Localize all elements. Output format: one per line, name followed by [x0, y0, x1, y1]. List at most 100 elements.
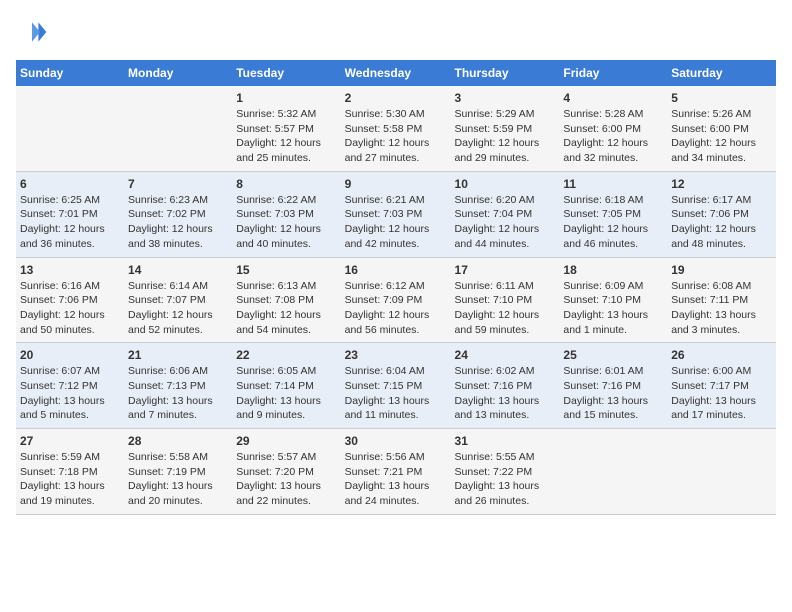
day-info: Sunrise: 5:56 AM Sunset: 7:21 PM Dayligh… [345, 450, 447, 509]
day-number: 9 [345, 177, 447, 191]
calendar-cell: 25 Sunrise: 6:01 AM Sunset: 7:16 PM Dayli… [559, 343, 667, 429]
calendar-cell: 14 Sunrise: 6:14 AM Sunset: 7:07 PM Dayli… [124, 257, 232, 343]
day-info: Sunrise: 5:29 AM Sunset: 5:59 PM Dayligh… [455, 107, 556, 166]
calendar-week-row: 13 Sunrise: 6:16 AM Sunset: 7:06 PM Dayli… [16, 257, 776, 343]
calendar-cell: 23Sunrise: 6:04 AM Sunset: 7:15 PM Dayli… [341, 343, 451, 429]
weekday-header: Sunday [16, 60, 124, 86]
calendar-week-row: 1 Sunrise: 5:32 AM Sunset: 5:57 PM Daylig… [16, 86, 776, 171]
calendar-cell: 2Sunrise: 5:30 AM Sunset: 5:58 PM Daylig… [341, 86, 451, 171]
weekday-header: Tuesday [232, 60, 340, 86]
day-info: Sunrise: 6:09 AM Sunset: 7:10 PM Dayligh… [563, 279, 663, 338]
day-info: Sunrise: 5:28 AM Sunset: 6:00 PM Dayligh… [563, 107, 663, 166]
day-info: Sunrise: 5:57 AM Sunset: 7:20 PM Dayligh… [236, 450, 336, 509]
day-info: Sunrise: 5:26 AM Sunset: 6:00 PM Dayligh… [671, 107, 772, 166]
weekday-header-row: SundayMondayTuesdayWednesdayThursdayFrid… [16, 60, 776, 86]
day-number: 29 [236, 434, 336, 448]
calendar-table: SundayMondayTuesdayWednesdayThursdayFrid… [16, 60, 776, 515]
calendar-body: 1 Sunrise: 5:32 AM Sunset: 5:57 PM Daylig… [16, 86, 776, 514]
calendar-cell: 31 Sunrise: 5:55 AM Sunset: 7:22 PM Dayli… [451, 429, 560, 515]
day-number: 12 [671, 177, 772, 191]
calendar-cell: 16 Sunrise: 6:12 AM Sunset: 7:09 PM Dayli… [341, 257, 451, 343]
calendar-cell: 6 Sunrise: 6:25 AM Sunset: 7:01 PM Daylig… [16, 171, 124, 257]
weekday-header: Saturday [667, 60, 776, 86]
day-number: 1 [236, 91, 336, 105]
day-info: Sunrise: 6:00 AM Sunset: 7:17 PM Dayligh… [671, 364, 772, 423]
day-number: 6 [20, 177, 120, 191]
calendar-cell: 26 Sunrise: 6:00 AM Sunset: 7:17 PM Dayli… [667, 343, 776, 429]
calendar-cell: 24 Sunrise: 6:02 AM Sunset: 7:16 PM Dayli… [451, 343, 560, 429]
day-info: Sunrise: 6:12 AM Sunset: 7:09 PM Dayligh… [345, 279, 447, 338]
day-number: 5 [671, 91, 772, 105]
day-number: 19 [671, 263, 772, 277]
weekday-header: Thursday [451, 60, 560, 86]
calendar-cell: 15 Sunrise: 6:13 AM Sunset: 7:08 PM Dayli… [232, 257, 340, 343]
weekday-header: Monday [124, 60, 232, 86]
weekday-header: Friday [559, 60, 667, 86]
day-info: Sunrise: 5:59 AM Sunset: 7:18 PM Dayligh… [20, 450, 120, 509]
day-info: Sunrise: 6:13 AM Sunset: 7:08 PM Dayligh… [236, 279, 336, 338]
day-info: Sunrise: 6:23 AM Sunset: 7:02 PM Dayligh… [128, 193, 228, 252]
day-info: Sunrise: 6:20 AM Sunset: 7:04 PM Dayligh… [455, 193, 556, 252]
day-number: 25 [563, 348, 663, 362]
calendar-cell: 22Sunrise: 6:05 AM Sunset: 7:14 PM Dayli… [232, 343, 340, 429]
day-number: 15 [236, 263, 336, 277]
day-info: Sunrise: 6:16 AM Sunset: 7:06 PM Dayligh… [20, 279, 120, 338]
day-number: 7 [128, 177, 228, 191]
day-number: 11 [563, 177, 663, 191]
calendar-cell: 11 Sunrise: 6:18 AM Sunset: 7:05 PM Dayli… [559, 171, 667, 257]
calendar-header: SundayMondayTuesdayWednesdayThursdayFrid… [16, 60, 776, 86]
calendar-week-row: 20Sunrise: 6:07 AM Sunset: 7:12 PM Dayli… [16, 343, 776, 429]
day-info: Sunrise: 6:02 AM Sunset: 7:16 PM Dayligh… [455, 364, 556, 423]
day-info: Sunrise: 6:06 AM Sunset: 7:13 PM Dayligh… [128, 364, 228, 423]
day-number: 30 [345, 434, 447, 448]
day-number: 14 [128, 263, 228, 277]
day-info: Sunrise: 6:22 AM Sunset: 7:03 PM Dayligh… [236, 193, 336, 252]
day-info: Sunrise: 6:17 AM Sunset: 7:06 PM Dayligh… [671, 193, 772, 252]
calendar-cell: 17 Sunrise: 6:11 AM Sunset: 7:10 PM Dayli… [451, 257, 560, 343]
day-info: Sunrise: 6:11 AM Sunset: 7:10 PM Dayligh… [455, 279, 556, 338]
day-number: 28 [128, 434, 228, 448]
day-info: Sunrise: 6:08 AM Sunset: 7:11 PM Dayligh… [671, 279, 772, 338]
day-number: 16 [345, 263, 447, 277]
calendar-cell: 4Sunrise: 5:28 AM Sunset: 6:00 PM Daylig… [559, 86, 667, 171]
day-number: 31 [455, 434, 556, 448]
day-info: Sunrise: 6:25 AM Sunset: 7:01 PM Dayligh… [20, 193, 120, 252]
calendar-cell [124, 86, 232, 171]
day-info: Sunrise: 5:55 AM Sunset: 7:22 PM Dayligh… [455, 450, 556, 509]
day-info: Sunrise: 6:05 AM Sunset: 7:14 PM Dayligh… [236, 364, 336, 423]
day-number: 10 [455, 177, 556, 191]
calendar-cell: 30 Sunrise: 5:56 AM Sunset: 7:21 PM Dayli… [341, 429, 451, 515]
day-number: 8 [236, 177, 336, 191]
logo-icon [16, 16, 48, 48]
calendar-cell: 10 Sunrise: 6:20 AM Sunset: 7:04 PM Dayli… [451, 171, 560, 257]
day-number: 21 [128, 348, 228, 362]
calendar-week-row: 27Sunrise: 5:59 AM Sunset: 7:18 PM Dayli… [16, 429, 776, 515]
day-info: Sunrise: 6:01 AM Sunset: 7:16 PM Dayligh… [563, 364, 663, 423]
calendar-cell: 8 Sunrise: 6:22 AM Sunset: 7:03 PM Daylig… [232, 171, 340, 257]
calendar-cell: 28 Sunrise: 5:58 AM Sunset: 7:19 PM Dayli… [124, 429, 232, 515]
calendar-cell: 7 Sunrise: 6:23 AM Sunset: 7:02 PM Daylig… [124, 171, 232, 257]
calendar-cell: 3 Sunrise: 5:29 AM Sunset: 5:59 PM Daylig… [451, 86, 560, 171]
page-header [16, 16, 776, 48]
calendar-cell: 29 Sunrise: 5:57 AM Sunset: 7:20 PM Dayli… [232, 429, 340, 515]
calendar-cell [559, 429, 667, 515]
calendar-cell: 21 Sunrise: 6:06 AM Sunset: 7:13 PM Dayli… [124, 343, 232, 429]
calendar-cell: 19 Sunrise: 6:08 AM Sunset: 7:11 PM Dayli… [667, 257, 776, 343]
day-number: 3 [455, 91, 556, 105]
day-info: Sunrise: 6:14 AM Sunset: 7:07 PM Dayligh… [128, 279, 228, 338]
day-info: Sunrise: 6:21 AM Sunset: 7:03 PM Dayligh… [345, 193, 447, 252]
day-number: 20 [20, 348, 120, 362]
day-info: Sunrise: 5:58 AM Sunset: 7:19 PM Dayligh… [128, 450, 228, 509]
calendar-cell: 12 Sunrise: 6:17 AM Sunset: 7:06 PM Dayli… [667, 171, 776, 257]
day-number: 26 [671, 348, 772, 362]
day-info: Sunrise: 6:04 AM Sunset: 7:15 PM Dayligh… [345, 364, 447, 423]
calendar-cell: 1 Sunrise: 5:32 AM Sunset: 5:57 PM Daylig… [232, 86, 340, 171]
day-info: Sunrise: 6:18 AM Sunset: 7:05 PM Dayligh… [563, 193, 663, 252]
day-info: Sunrise: 5:32 AM Sunset: 5:57 PM Dayligh… [236, 107, 336, 166]
logo [16, 16, 52, 48]
day-number: 24 [455, 348, 556, 362]
calendar-week-row: 6 Sunrise: 6:25 AM Sunset: 7:01 PM Daylig… [16, 171, 776, 257]
day-number: 17 [455, 263, 556, 277]
day-number: 13 [20, 263, 120, 277]
calendar-cell: 5 Sunrise: 5:26 AM Sunset: 6:00 PM Daylig… [667, 86, 776, 171]
